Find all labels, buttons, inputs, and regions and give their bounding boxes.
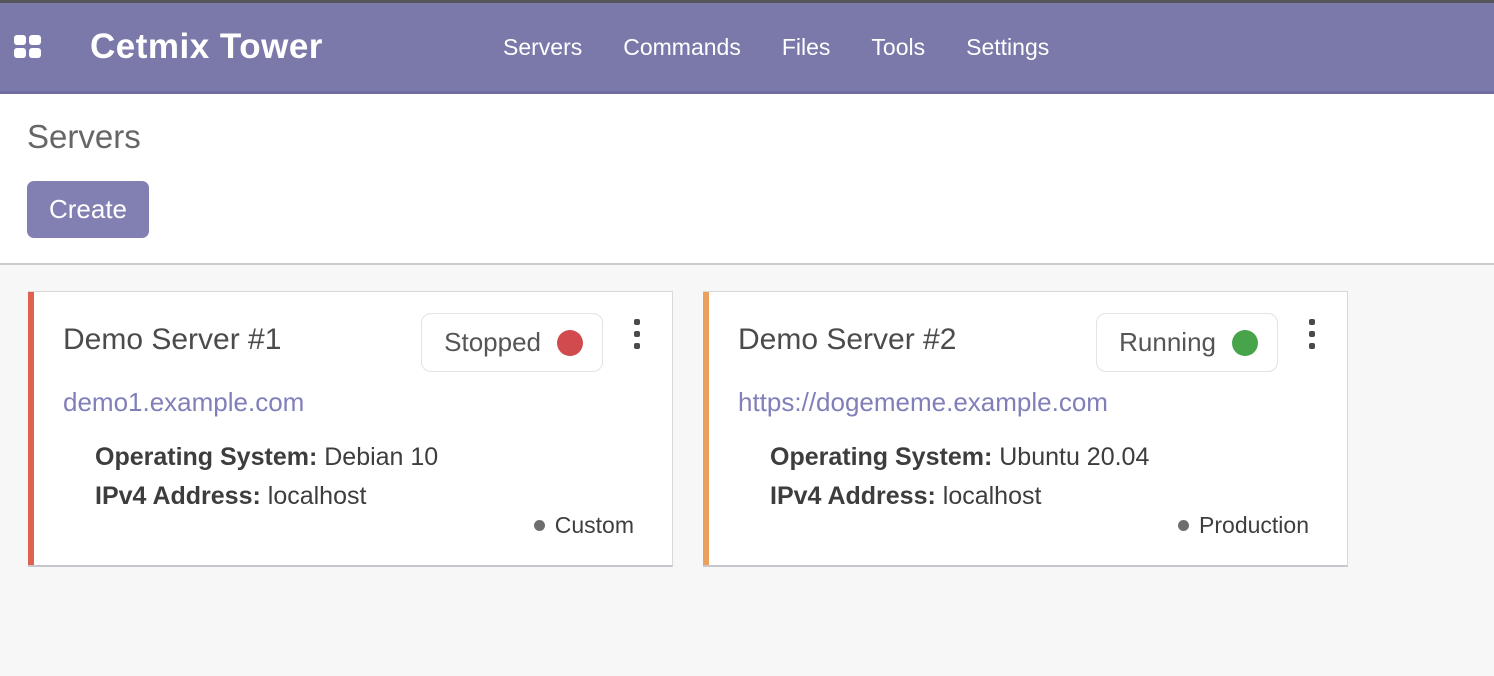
menu-item-commands[interactable]: Commands	[623, 34, 741, 61]
page-title: Servers	[27, 94, 1494, 156]
ip-value: localhost	[268, 482, 367, 510]
os-row: Operating System: Debian 10	[95, 438, 642, 477]
ip-row: IPv4 Address: localhost	[95, 477, 642, 516]
kebab-menu-icon[interactable]	[1307, 317, 1317, 351]
card-color-stripe	[703, 292, 709, 565]
server-name: Demo Server #1	[63, 323, 421, 357]
menu-item-tools[interactable]: Tools	[871, 34, 925, 61]
server-card[interactable]: Demo Server #2 Running https://dogememe.…	[703, 291, 1348, 567]
kebab-dot	[1309, 319, 1315, 325]
server-name: Demo Server #2	[738, 323, 1096, 357]
os-row: Operating System: Ubuntu 20.04	[770, 438, 1317, 477]
menu-item-servers[interactable]: Servers	[503, 34, 582, 61]
kanban-view: Demo Server #1 Stopped demo1.example.com…	[0, 265, 1494, 676]
card-header-row: Demo Server #2 Running	[738, 313, 1317, 372]
kebab-dot	[634, 331, 640, 337]
server-info: Operating System: Debian 10 IPv4 Address…	[95, 438, 642, 516]
page-header: Servers Create	[0, 94, 1494, 265]
tag-label: Production	[1199, 512, 1309, 539]
tag-label: Custom	[555, 512, 634, 539]
server-url-link[interactable]: demo1.example.com	[63, 387, 304, 418]
menu-item-settings[interactable]: Settings	[966, 34, 1049, 61]
apps-grid-square	[29, 35, 41, 45]
kebab-dot	[1309, 343, 1315, 349]
os-value: Debian 10	[324, 443, 438, 471]
card-header-row: Demo Server #1 Stopped	[63, 313, 642, 372]
status-badge[interactable]: Stopped	[421, 313, 603, 372]
os-label: Operating System:	[95, 443, 317, 471]
card-color-stripe	[28, 292, 34, 565]
status-label: Stopped	[444, 327, 541, 358]
os-value: Ubuntu 20.04	[999, 443, 1149, 471]
ip-value: localhost	[943, 482, 1042, 510]
kebab-dot	[634, 319, 640, 325]
status-badge[interactable]: Running	[1096, 313, 1278, 372]
kebab-menu-icon[interactable]	[632, 317, 642, 351]
status-dot-icon	[1232, 330, 1258, 356]
tag-dot-icon	[534, 520, 545, 531]
apps-grid-icon[interactable]	[14, 35, 41, 59]
server-tag: Production	[1178, 512, 1309, 539]
card-body: Demo Server #2 Running https://dogememe.…	[732, 313, 1317, 565]
app-title: Cetmix Tower	[90, 27, 323, 67]
ip-label: IPv4 Address:	[770, 482, 936, 510]
status-label: Running	[1119, 327, 1216, 358]
server-url-link[interactable]: https://dogememe.example.com	[738, 387, 1108, 418]
ip-row: IPv4 Address: localhost	[770, 477, 1317, 516]
create-button[interactable]: Create	[27, 181, 149, 238]
apps-grid-square	[29, 48, 41, 58]
apps-grid-square	[14, 35, 26, 45]
server-card[interactable]: Demo Server #1 Stopped demo1.example.com…	[28, 291, 673, 567]
server-tag: Custom	[534, 512, 634, 539]
ip-label: IPv4 Address:	[95, 482, 261, 510]
main-navbar: Cetmix Tower Servers Commands Files Tool…	[0, 3, 1494, 94]
menu-item-files[interactable]: Files	[782, 34, 831, 61]
kebab-dot	[1309, 331, 1315, 337]
main-menu: Servers Commands Files Tools Settings	[503, 3, 1049, 91]
card-body: Demo Server #1 Stopped demo1.example.com…	[57, 313, 642, 565]
server-info: Operating System: Ubuntu 20.04 IPv4 Addr…	[770, 438, 1317, 516]
kebab-dot	[634, 343, 640, 349]
os-label: Operating System:	[770, 443, 992, 471]
tag-dot-icon	[1178, 520, 1189, 531]
apps-grid-square	[14, 48, 26, 58]
status-dot-icon	[557, 330, 583, 356]
